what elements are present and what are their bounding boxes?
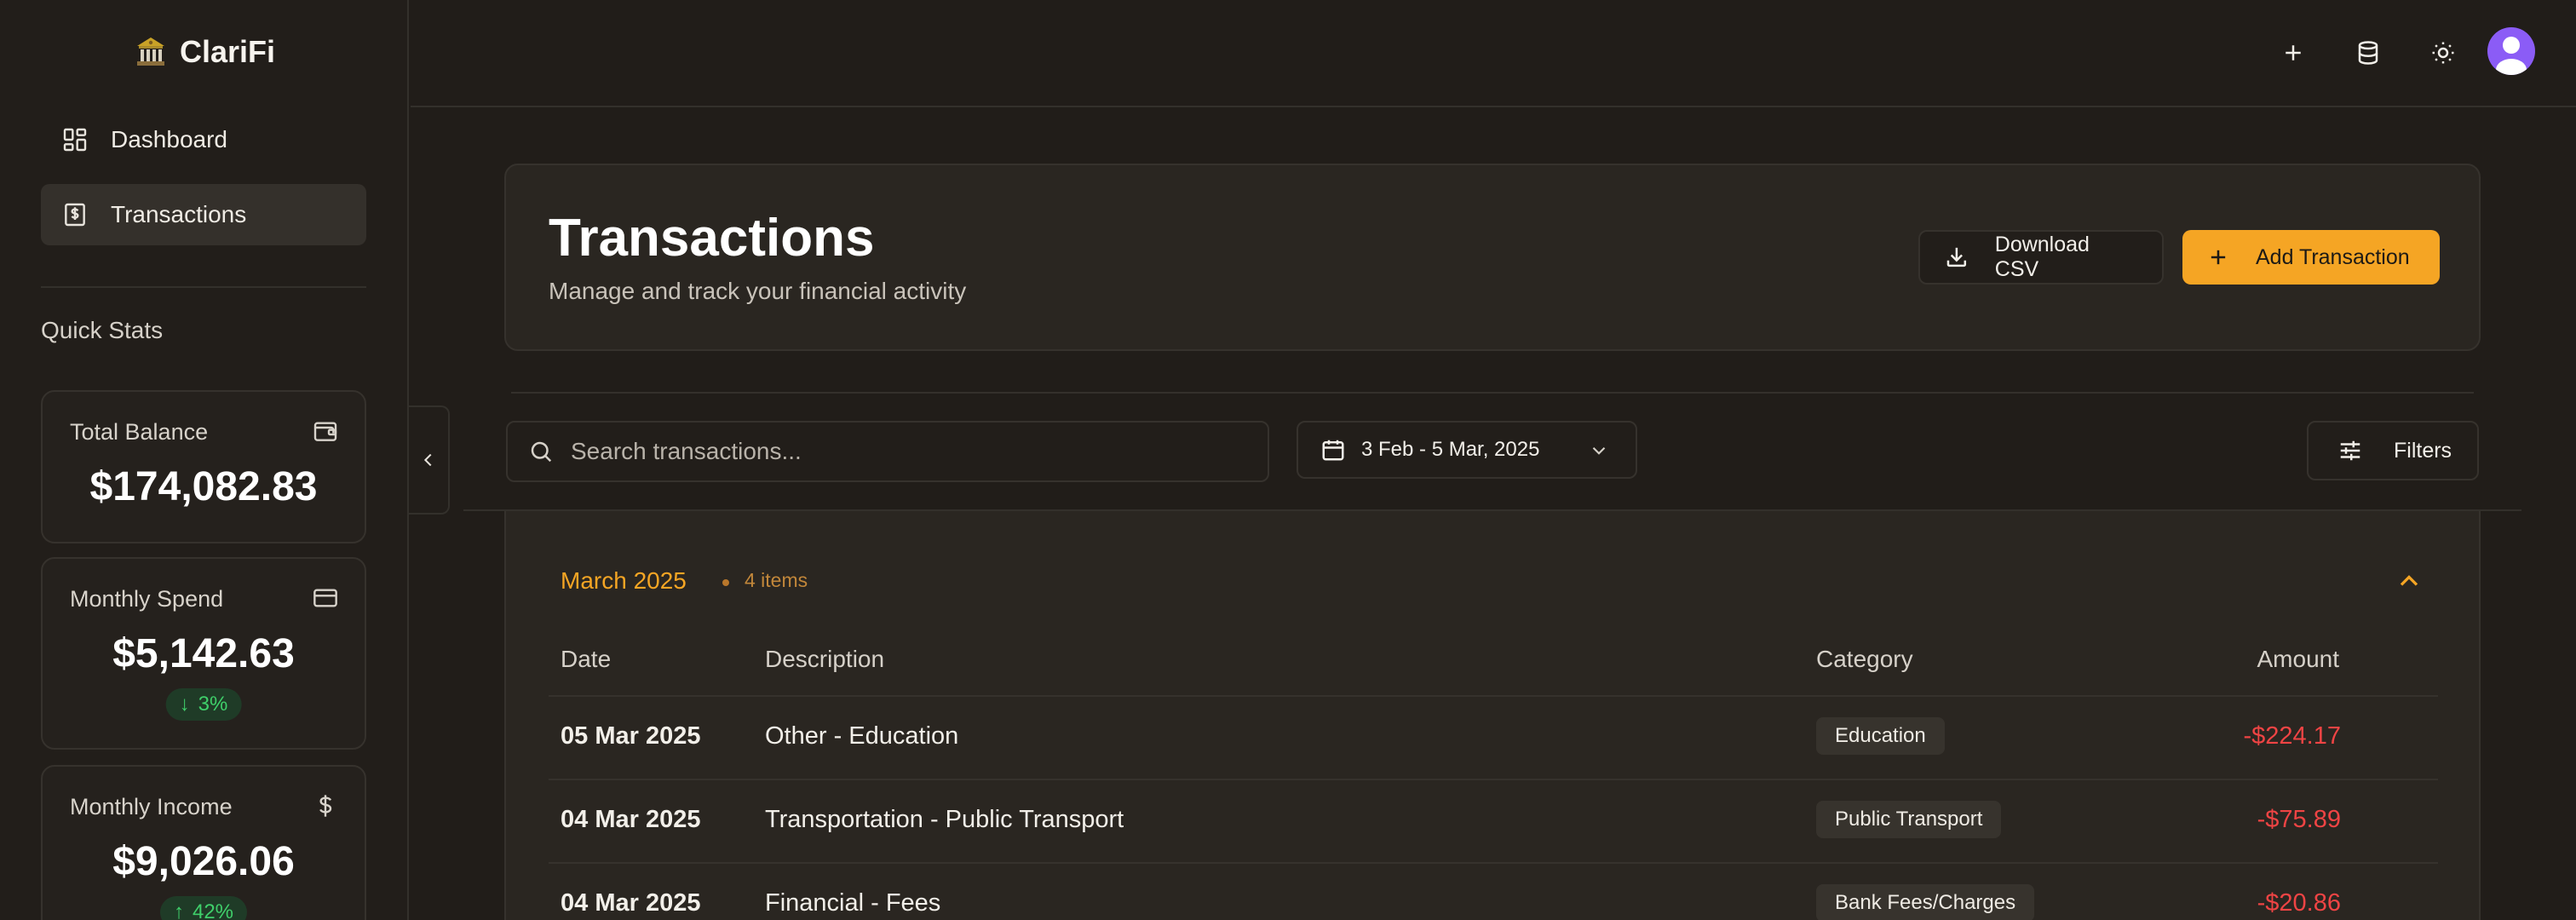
date-range-value: 3 Feb - 5 Mar, 2025	[1361, 438, 1540, 461]
page-header-card: Transactions Manage and track your finan…	[504, 164, 2481, 351]
group-count: 4 items	[745, 569, 808, 591]
group-title[interactable]: March 2025	[561, 567, 687, 595]
sidebar-item-dashboard[interactable]: Dashboard	[41, 109, 366, 170]
row-date: 04 Mar 2025	[561, 889, 701, 917]
column-header-date[interactable]: Date	[561, 646, 611, 673]
category-badge: Education	[1816, 717, 1945, 755]
stat-value: $174,082.83	[89, 464, 318, 509]
stat-change-value: 42%	[192, 900, 234, 920]
stat-change-badge: ↑ 42%	[159, 896, 248, 920]
sidebar: ClariFi Dashboard Transactions Quick Sta…	[0, 0, 409, 920]
date-range-picker[interactable]: 3 Feb - 5 Mar, 2025	[1297, 421, 1637, 479]
row-amount: -$75.89	[2257, 806, 2341, 833]
row-amount: -$20.86	[2257, 889, 2341, 917]
add-transaction-button[interactable]: Add Transaction	[2182, 230, 2440, 285]
add-button[interactable]	[2271, 31, 2315, 75]
stat-value: $5,142.63	[112, 631, 295, 676]
page-title: Transactions	[549, 209, 875, 267]
row-description: Transportation - Public Transport	[765, 806, 1124, 833]
sidebar-item-label: Dashboard	[111, 126, 227, 152]
stat-label: Total Balance	[70, 419, 209, 445]
sidebar-divider	[41, 286, 366, 288]
search-input[interactable]	[571, 438, 1252, 465]
stat-card-total-balance: Total Balance $174,082.83	[41, 390, 366, 543]
search-icon	[531, 441, 552, 463]
brand-name: ClariFi	[179, 34, 276, 69]
stat-change-value: 3%	[198, 693, 228, 716]
separator-dot	[722, 579, 729, 586]
stat-label: Monthly Income	[70, 794, 233, 819]
brand[interactable]: ClariFi	[0, 34, 409, 70]
database-button[interactable]	[2346, 31, 2390, 75]
receipt-dollar-icon	[65, 203, 85, 227]
chevron-down-icon	[1592, 446, 1606, 455]
download-csv-button[interactable]: Download CSV	[1918, 230, 2164, 285]
download-icon	[1946, 247, 1967, 267]
stat-card-monthly-spend: Monthly Spend $5,142.63 ↓ 3%	[41, 557, 366, 750]
sidebar-collapse-button[interactable]	[409, 405, 450, 515]
category-badge: Public Transport	[1816, 801, 2002, 838]
category-badge: Bank Fees/Charges	[1816, 884, 2035, 920]
sliders-icon	[2340, 440, 2360, 461]
theme-toggle-button[interactable]	[2421, 31, 2465, 75]
arrow-up-icon: ↑	[173, 900, 184, 920]
arrow-down-icon: ↓	[179, 693, 190, 716]
section-divider	[511, 392, 2474, 394]
database-icon	[2358, 41, 2378, 65]
row-amount: -$224.17	[2243, 722, 2342, 750]
table-row[interactable]: 05 Mar 2025 Other - Education Education …	[549, 695, 2438, 779]
page-subtitle: Manage and track your financial activity	[549, 278, 967, 304]
user-icon	[2496, 37, 2527, 75]
add-transaction-label: Add Transaction	[2256, 244, 2410, 269]
row-date: 05 Mar 2025	[561, 722, 701, 750]
stat-value: $9,026.06	[112, 839, 295, 884]
transaction-group: March 2025 4 items Date Description Cate…	[504, 511, 2481, 920]
topbar	[411, 0, 2576, 107]
bank-icon	[136, 37, 164, 66]
download-csv-label: Download CSV	[1994, 233, 2090, 281]
app-root: ClariFi Dashboard Transactions Quick Sta…	[0, 0, 2576, 920]
dollar-icon	[319, 795, 332, 817]
dashboard-icon	[63, 128, 87, 152]
row-description: Financial - Fees	[765, 889, 941, 917]
plus-icon	[2211, 250, 2226, 265]
wallet-icon	[313, 422, 337, 441]
stat-change-badge: ↓ 3%	[165, 688, 242, 721]
filters-label: Filters	[2394, 438, 2452, 463]
filters-button[interactable]: Filters	[2307, 421, 2479, 480]
credit-card-icon	[313, 589, 337, 607]
table-row[interactable]: 04 Mar 2025 Financial - Fees Bank Fees/C…	[549, 862, 2438, 920]
column-header-amount[interactable]: Amount	[2257, 646, 2340, 673]
column-header-category[interactable]: Category	[1816, 646, 1913, 673]
column-header-description[interactable]: Description	[765, 646, 884, 673]
quick-stats-title: Quick Stats	[41, 317, 164, 343]
row-description: Other - Education	[765, 722, 959, 750]
search-field[interactable]	[506, 421, 1269, 482]
table-row[interactable]: 04 Mar 2025 Transportation - Public Tran…	[549, 779, 2438, 862]
calendar-icon	[1322, 440, 1344, 461]
stat-card-monthly-income: Monthly Income $9,026.06 ↑ 42%	[41, 765, 366, 920]
sidebar-item-label: Transactions	[111, 201, 247, 227]
chevron-up-icon[interactable]	[2394, 566, 2424, 596]
stat-label: Monthly Spend	[70, 586, 224, 612]
plus-icon	[2286, 45, 2301, 60]
row-date: 04 Mar 2025	[561, 806, 701, 833]
sun-icon	[2432, 42, 2454, 64]
chevron-left-icon	[423, 453, 432, 467]
sidebar-item-transactions[interactable]: Transactions	[41, 184, 366, 245]
avatar[interactable]	[2487, 27, 2535, 75]
